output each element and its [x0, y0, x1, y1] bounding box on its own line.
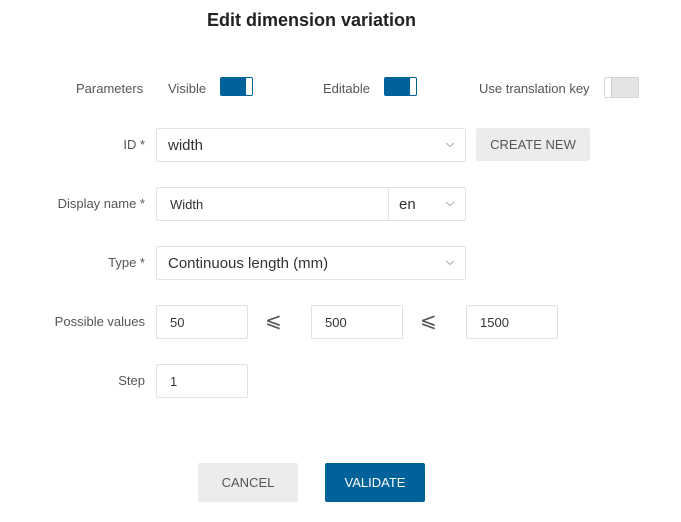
- chevron-down-icon: [435, 260, 465, 266]
- id-value: width: [168, 136, 204, 154]
- display-name-value: Width: [170, 196, 204, 212]
- id-select[interactable]: width: [156, 128, 466, 162]
- type-value: Continuous length (mm): [168, 254, 329, 272]
- editable-label: Editable: [323, 81, 370, 96]
- type-select[interactable]: Continuous length (mm): [156, 246, 466, 280]
- create-new-button[interactable]: CREATE NEW: [476, 128, 590, 161]
- min-value-input[interactable]: 50: [156, 305, 248, 339]
- max-value: 1500: [480, 314, 509, 330]
- toggle-knob: [246, 78, 252, 95]
- cancel-button[interactable]: CANCEL: [198, 463, 298, 502]
- min-value: 50: [170, 314, 185, 330]
- less-or-equal-icon: ⩽: [420, 310, 437, 332]
- visible-toggle[interactable]: [220, 77, 253, 96]
- toggle-knob: [410, 78, 416, 95]
- default-value-input[interactable]: 500: [311, 305, 403, 339]
- editable-toggle[interactable]: [384, 77, 417, 96]
- type-label: Type *: [108, 255, 145, 270]
- chevron-down-icon: [435, 142, 465, 148]
- parameters-label: Parameters: [76, 81, 144, 96]
- translation-key-label: Use translation key: [479, 81, 590, 96]
- visible-label: Visible: [168, 81, 207, 96]
- less-or-equal-icon: ⩽: [265, 310, 282, 332]
- toggle-knob: [605, 78, 612, 97]
- display-name-label: Display name *: [57, 196, 145, 211]
- id-label: ID *: [123, 137, 145, 152]
- language-select[interactable]: en: [388, 187, 466, 221]
- display-name-input[interactable]: Width: [156, 187, 389, 221]
- dialog-title: Edit dimension variation: [206, 10, 417, 30]
- step-value: 1: [170, 373, 178, 389]
- max-value-input[interactable]: 1500: [466, 305, 558, 339]
- translation-key-toggle[interactable]: [604, 77, 639, 98]
- default-value: 500: [325, 314, 347, 330]
- validate-button[interactable]: VALIDATE: [325, 463, 425, 502]
- step-label: Step: [118, 373, 145, 388]
- chevron-down-icon: [435, 201, 465, 207]
- step-input[interactable]: 1: [156, 364, 248, 398]
- possible-values-label: Possible values: [54, 314, 145, 329]
- language-value: en: [399, 195, 416, 213]
